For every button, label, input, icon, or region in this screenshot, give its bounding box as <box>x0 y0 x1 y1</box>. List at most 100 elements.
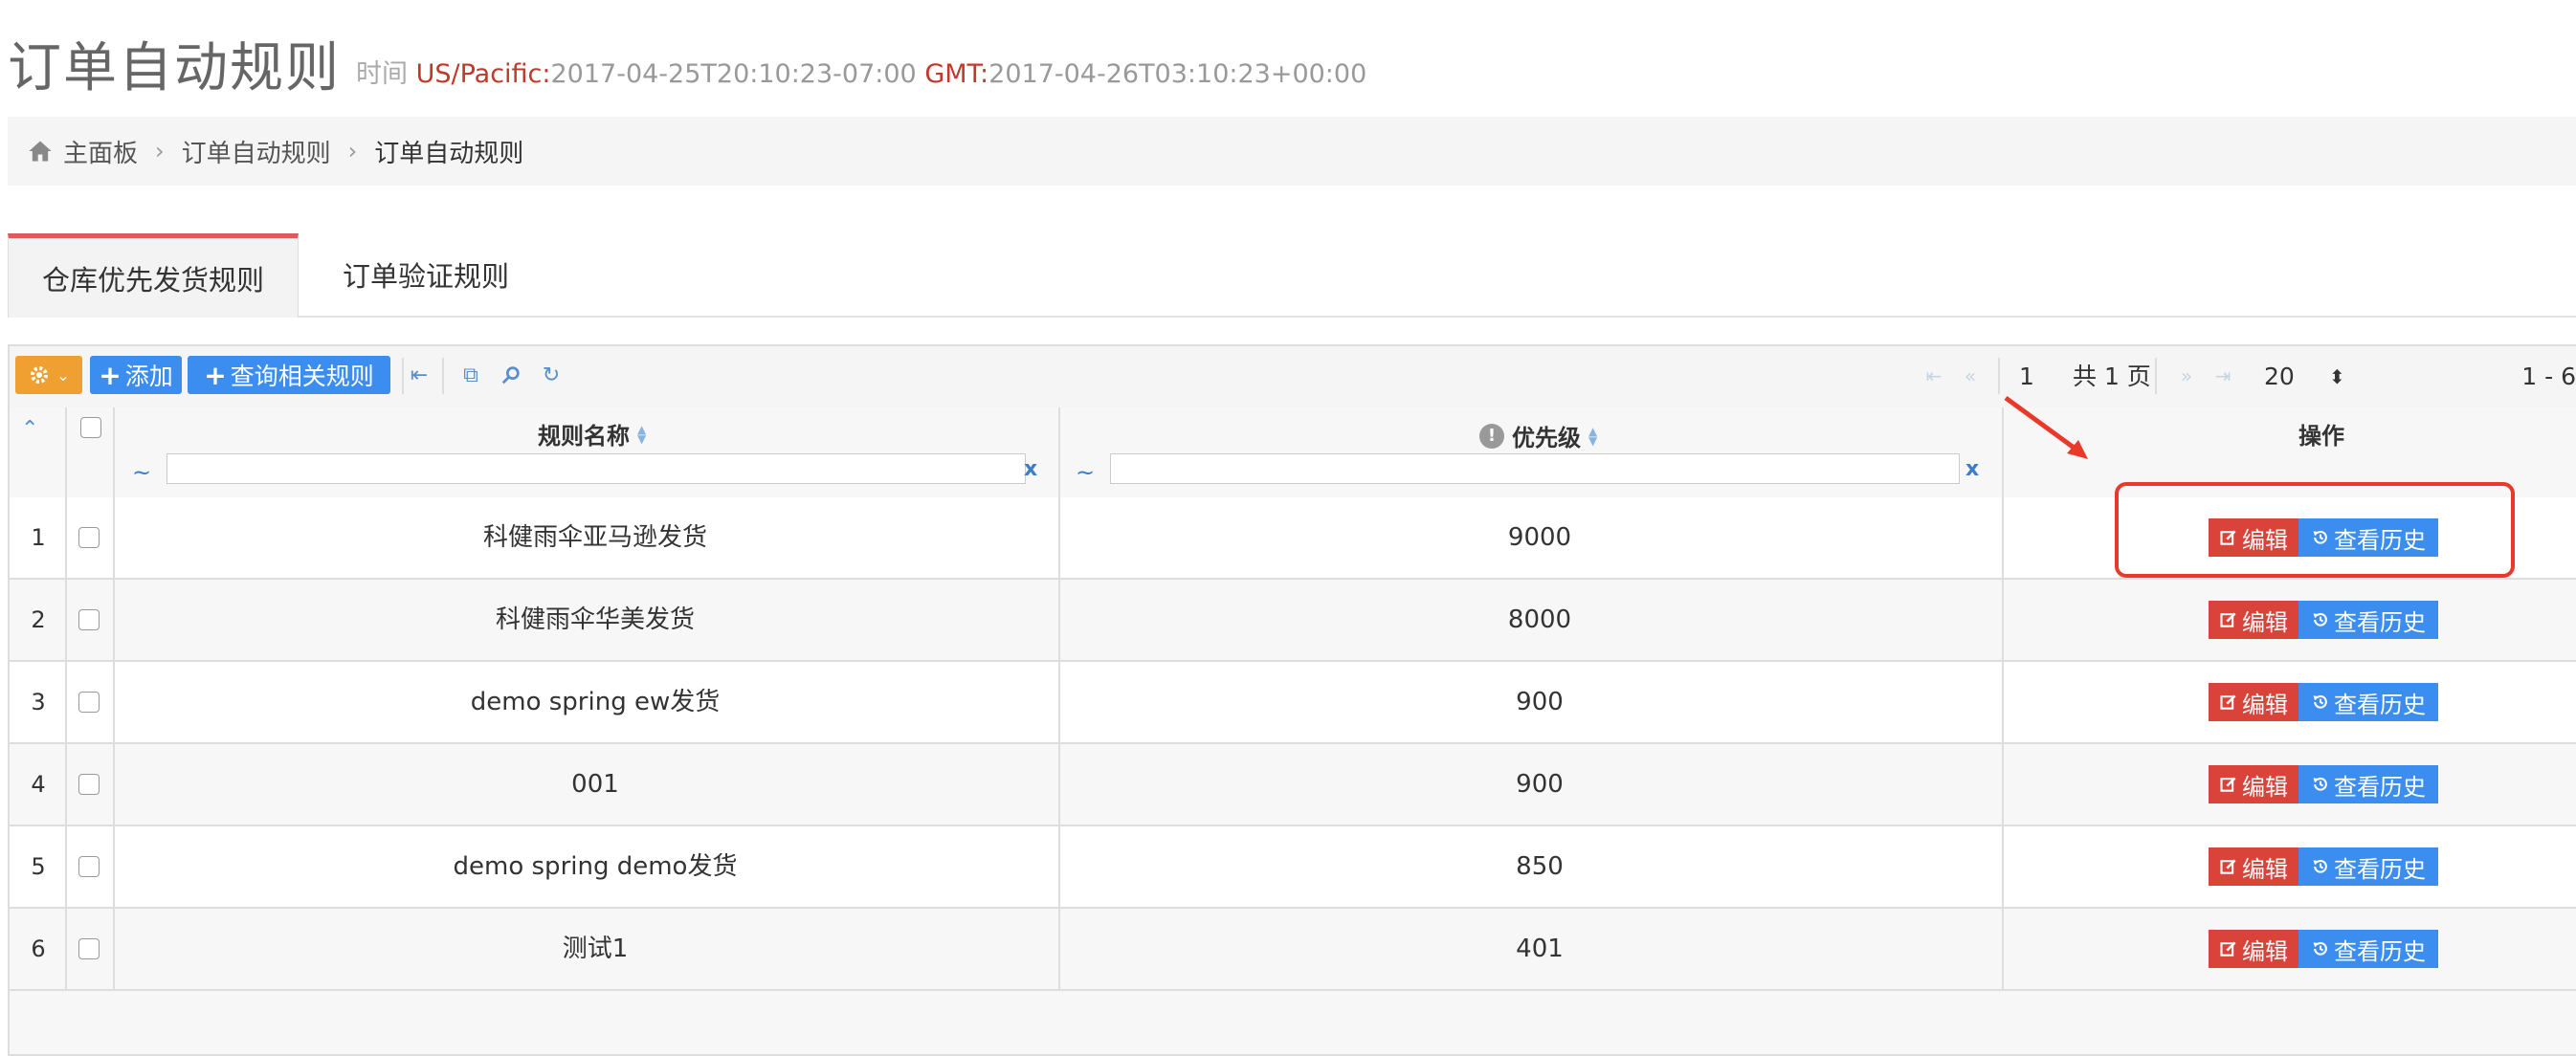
page-total: 共 1 页 <box>2073 363 2151 390</box>
history-button-label: 查看历史 <box>2334 937 2426 965</box>
copy-icon[interactable]: ⧉ <box>457 362 484 388</box>
tz2-value: 2017-04-26T03:10:23+00:00 <box>988 59 1367 89</box>
settings-dropdown-button[interactable]: ⌄ <box>15 356 82 394</box>
edit-button[interactable]: 编辑 <box>2209 765 2298 803</box>
row-actions: 编辑 查看历史 <box>2209 683 2438 721</box>
add-button[interactable]: + 添加 <box>90 356 182 394</box>
table-row[interactable]: 5 demo spring demo发货 850 编辑 查看历史 <box>10 826 2576 909</box>
history-button-label: 查看历史 <box>2334 855 2426 883</box>
row-number: 1 <box>31 524 46 551</box>
row-actions: 编辑 查看历史 <box>2209 601 2438 639</box>
row-checkbox[interactable] <box>78 856 100 877</box>
history-button-label: 查看历史 <box>2334 691 2426 718</box>
edit-button-label: 编辑 <box>2242 773 2288 801</box>
priority-cell: 900 <box>1516 770 1564 799</box>
name-filter-input[interactable] <box>167 453 1026 484</box>
gear-icon <box>31 366 49 384</box>
edit-button[interactable]: 编辑 <box>2209 683 2298 721</box>
row-number: 3 <box>31 689 46 715</box>
time-info: 时间 US/Pacific:2017-04-25T20:10:23-07:00 … <box>356 53 1366 90</box>
collapse-left-icon[interactable]: ⇤ <box>406 362 433 388</box>
name-filter-clear[interactable]: x <box>1024 457 1037 481</box>
history-icon <box>2313 694 2327 709</box>
breadcrumb-item-rules[interactable]: 订单自动规则 <box>182 134 331 169</box>
record-range: 1 - 6 <box>2521 363 2576 390</box>
first-page-icon[interactable]: ⇤ <box>1921 363 1946 388</box>
plus-icon: + <box>99 359 122 391</box>
refresh-icon[interactable]: ↻ <box>538 362 565 388</box>
priority-filter-clear[interactable]: x <box>1965 457 1979 481</box>
toolbar-divider <box>442 358 444 394</box>
view-history-button[interactable]: 查看历史 <box>2298 847 2438 886</box>
view-history-button[interactable]: 查看历史 <box>2298 930 2438 968</box>
row-checkbox[interactable] <box>78 527 100 548</box>
edit-button-label: 编辑 <box>2242 691 2288 718</box>
rule-name-cell: 科健雨伞华美发货 <box>495 605 695 634</box>
annotation-highlight-box <box>2115 482 2515 578</box>
rule-name-cell: 科健雨伞亚马逊发货 <box>482 523 707 552</box>
history-icon <box>2313 941 2327 956</box>
rule-name-cell: demo spring ew发货 <box>470 688 721 716</box>
chevron-down-icon: ⌄ <box>56 365 70 385</box>
info-icon: ! <box>1479 423 1504 449</box>
next-page-icon[interactable]: » <box>2174 363 2199 388</box>
toolbar-divider <box>2155 358 2157 394</box>
priority-filter-input[interactable] <box>1110 453 1960 484</box>
table-row[interactable]: 4 001 900 编辑 查看历史 <box>10 744 2576 826</box>
sort-icon: ▲ ▼ <box>637 422 647 446</box>
prev-page-icon[interactable]: « <box>1958 363 1983 388</box>
page-number-input[interactable]: 1 <box>2019 360 2076 394</box>
add-button-label: 添加 <box>124 363 173 390</box>
history-icon <box>2313 612 2327 627</box>
view-history-button[interactable]: 查看历史 <box>2298 683 2438 721</box>
view-history-button[interactable]: 查看历史 <box>2298 765 2438 803</box>
row-checkbox[interactable] <box>78 609 100 630</box>
table-row[interactable]: 6 测试1 401 编辑 查看历史 <box>10 909 2576 991</box>
breadcrumb-home[interactable]: 主面板 <box>63 134 138 169</box>
row-number: 4 <box>31 771 46 798</box>
column-header-name[interactable]: 规则名称 ▲ ▼ <box>538 417 646 451</box>
annotation-arrow <box>2004 395 2088 459</box>
filter-operator-name[interactable]: ~ <box>132 459 151 486</box>
chevron-right-icon: › <box>347 138 358 165</box>
row-checkbox[interactable] <box>78 692 100 713</box>
edit-button[interactable]: 编辑 <box>2209 601 2298 639</box>
page-size-select[interactable]: 20 ⬍ <box>2264 360 2345 394</box>
row-actions: 编辑 查看历史 <box>2209 847 2438 886</box>
query-related-rules-button[interactable]: + 查询相关规则 <box>188 356 390 394</box>
column-priority-label: 优先级 <box>1512 425 1581 451</box>
table-row[interactable]: 3 demo spring ew发货 900 编辑 查看历史 <box>10 662 2576 744</box>
edit-icon <box>2220 612 2236 627</box>
table-row[interactable]: 2 科健雨伞华美发货 8000 编辑 查看历史 <box>10 580 2576 662</box>
tz2-label: GMT: <box>924 59 989 89</box>
view-history-button[interactable]: 查看历史 <box>2298 601 2438 639</box>
column-header-actions: 操作 <box>2298 423 2344 450</box>
tz1-label: US/Pacific: <box>415 59 551 89</box>
edit-icon <box>2220 859 2236 874</box>
row-checkbox[interactable] <box>78 938 100 959</box>
updown-icon: ⬍ <box>2329 365 2345 388</box>
row-checkbox[interactable] <box>78 774 100 795</box>
column-header-priority[interactable]: ! 优先级 ▲ ▼ <box>1479 419 1597 452</box>
edit-button[interactable]: 编辑 <box>2209 847 2298 886</box>
filter-operator-priority[interactable]: ~ <box>1076 459 1095 486</box>
chevron-right-icon: › <box>155 138 165 165</box>
rule-name-cell: 测试1 <box>562 935 629 963</box>
last-page-icon[interactable]: ⇥ <box>2210 363 2235 388</box>
edit-button[interactable]: 编辑 <box>2209 930 2298 968</box>
tz1-value: 2017-04-25T20:10:23-07:00 <box>550 59 917 89</box>
page-header: 订单自动规则 时间 US/Pacific:2017-04-25T20:10:23… <box>8 19 1366 96</box>
tab-order-validation[interactable]: 订单验证规则 <box>299 233 553 316</box>
select-all-checkbox[interactable] <box>80 417 101 438</box>
edit-icon <box>2220 941 2236 957</box>
rule-name-cell: 001 <box>571 770 619 799</box>
tab-warehouse-priority[interactable]: 仓库优先发货规则 <box>8 233 299 318</box>
rules-grid: ⌄ + 添加 + 查询相关规则 ⇤ ⧉ ↻ ⇤ « 1 共 1 页 » ⇥ 20 ⬍… <box>8 344 2576 1056</box>
row-actions: 编辑 查看历史 <box>2209 765 2438 803</box>
search-icon[interactable] <box>498 362 524 388</box>
edit-button-label: 编辑 <box>2242 608 2288 636</box>
toolbar-divider <box>1998 358 2000 394</box>
rule-name-cell: demo spring demo发货 <box>453 852 738 881</box>
priority-cell: 900 <box>1516 688 1564 716</box>
chevron-up-icon[interactable]: ⌃ <box>21 417 38 441</box>
